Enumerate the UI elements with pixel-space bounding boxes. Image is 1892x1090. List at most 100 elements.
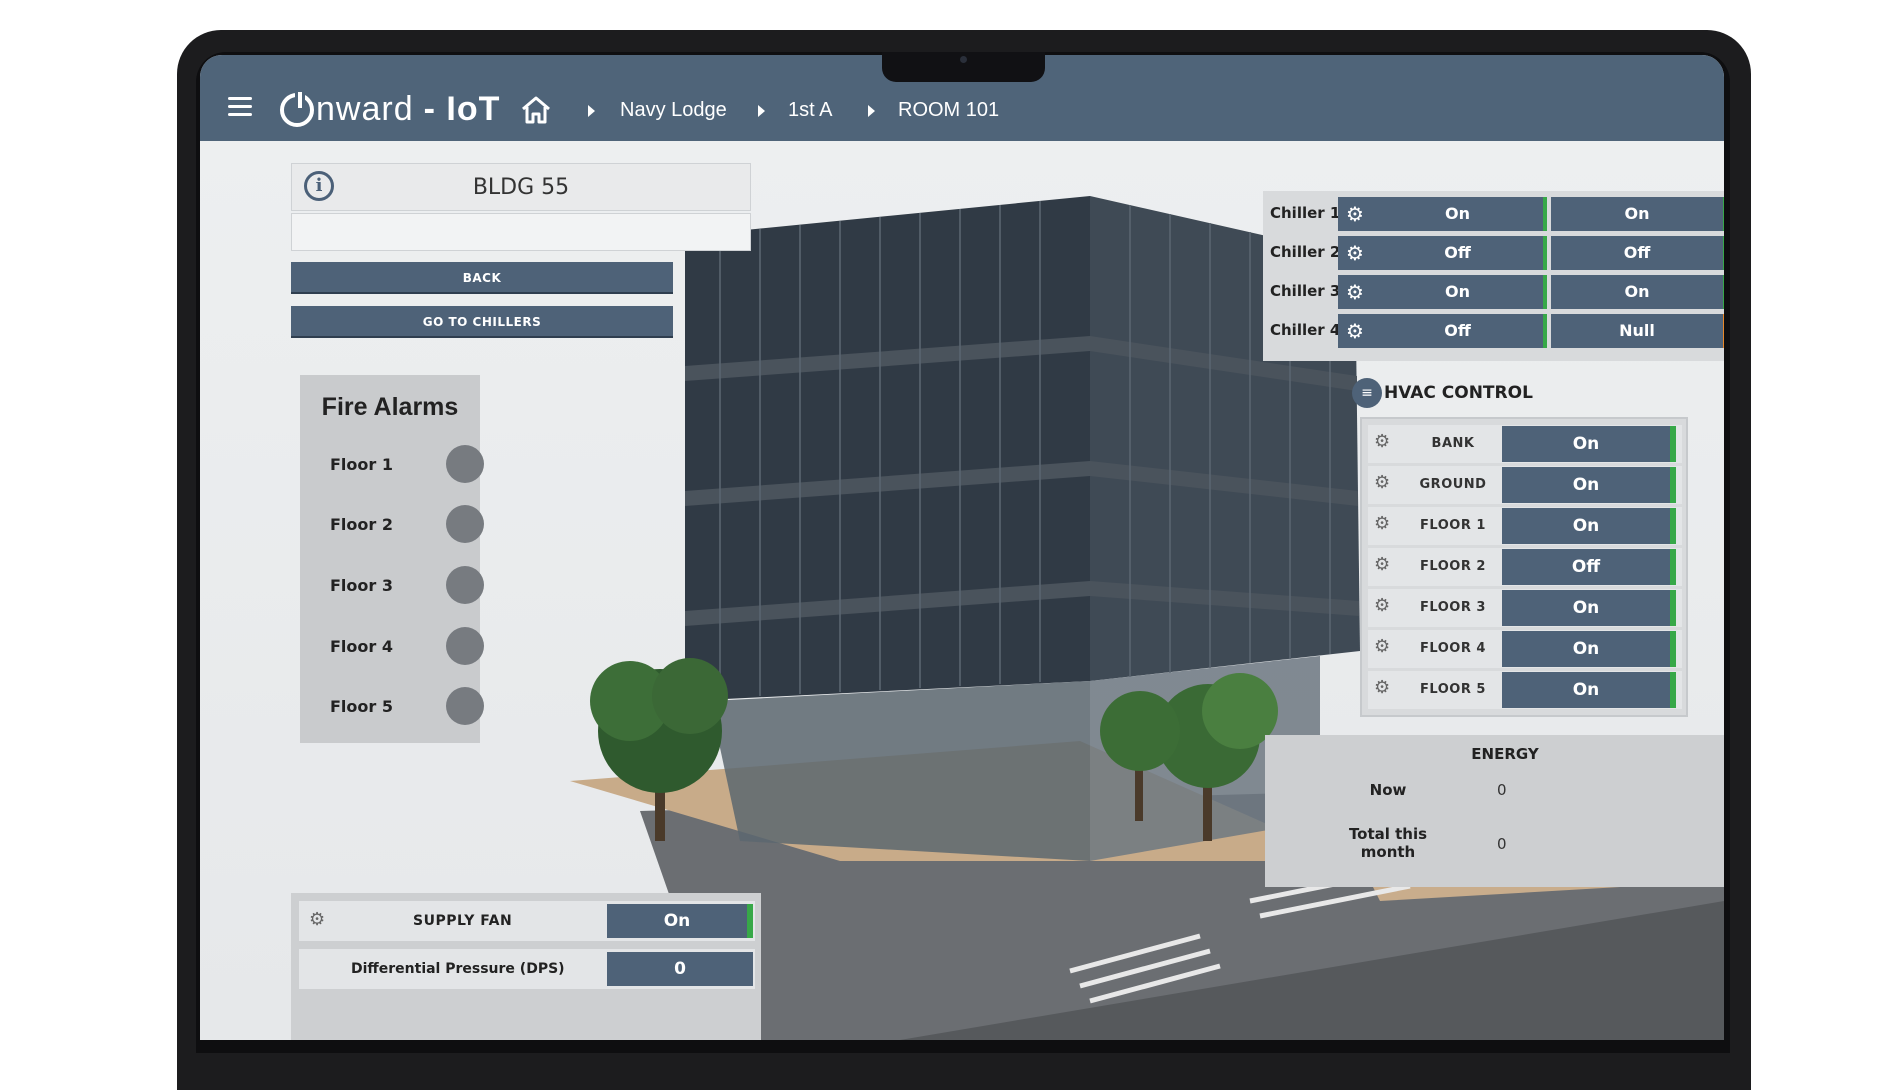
chiller-state-button[interactable]: On: [1551, 197, 1724, 231]
gear-icon[interactable]: ⚙: [1374, 595, 1390, 616]
fire-alarm-row: Floor 4: [330, 625, 484, 665]
gear-icon[interactable]: ⚙: [1374, 513, 1390, 534]
hvac-control-panel: ⚙ BANK On ⚙ GROUND On ⚙ FLOOR 1 On ⚙ FLO…: [1360, 417, 1688, 717]
hvac-row: ⚙ FLOOR 2 Off: [1368, 548, 1682, 586]
fire-alarm-row: Floor 2: [330, 503, 484, 543]
dps-row: Differential Pressure (DPS) 0: [299, 949, 755, 989]
hvac-row: ⚙ FLOOR 3 On: [1368, 589, 1682, 627]
hvac-zone-label: BANK: [1431, 436, 1475, 451]
chiller-row: Chiller 2 ⚙ Off Off: [1263, 235, 1724, 271]
energy-title: ENERGY: [1471, 745, 1539, 763]
home-icon[interactable]: [520, 95, 552, 125]
hvac-toggle-button[interactable]: On: [1502, 426, 1676, 462]
hvac-zone-label: FLOOR 2: [1420, 559, 1486, 574]
fire-alarm-row: Floor 5: [330, 685, 484, 725]
chiller-label: Chiller 2: [1270, 243, 1341, 261]
energy-now-value: 0: [1497, 781, 1507, 799]
building-subtitle-box: [291, 213, 751, 251]
info-icon[interactable]: i: [304, 171, 334, 201]
hvac-row: ⚙ FLOOR 5 On: [1368, 671, 1682, 709]
gear-icon[interactable]: ⚙: [1338, 314, 1372, 348]
supply-fan-panel: ⚙ SUPPLY FAN On Differential Pressure (D…: [291, 893, 761, 1040]
gear-icon[interactable]: ⚙: [1374, 636, 1390, 657]
chillers-panel: Chiller 1 ⚙ On On Chiller 2 ⚙ Off Off Ch…: [1263, 191, 1724, 361]
logo-text-bold: - IoT: [423, 90, 501, 128]
breadcrumb-caret-icon: [758, 105, 765, 117]
hamburger-menu-icon[interactable]: [228, 97, 252, 117]
gear-icon[interactable]: ⚙: [1374, 677, 1390, 698]
hvac-toggle-button[interactable]: Off: [1502, 549, 1676, 585]
hvac-toggle-button[interactable]: On: [1502, 508, 1676, 544]
supply-fan-row: ⚙ SUPPLY FAN On: [299, 901, 755, 941]
breadcrumb-room-101[interactable]: ROOM 101: [898, 99, 999, 122]
hvac-toggle-button[interactable]: On: [1502, 672, 1676, 708]
gear-icon[interactable]: ⚙: [1374, 431, 1390, 452]
dps-label: Differential Pressure (DPS): [351, 961, 565, 977]
fire-alarm-floor-label: Floor 3: [330, 576, 393, 595]
building-title: BLDG 55: [291, 163, 751, 211]
chiller-state-button[interactable]: Off: [1551, 236, 1724, 270]
chiller-state-button[interactable]: Null: [1551, 314, 1724, 348]
supply-fan-toggle-button[interactable]: On: [607, 904, 753, 938]
chiller-row: Chiller 3 ⚙ On On: [1263, 274, 1724, 310]
go-to-chillers-button[interactable]: GO TO CHILLERS: [291, 306, 673, 338]
chiller-status-button[interactable]: On: [1372, 275, 1547, 309]
chiller-label: Chiller 1: [1270, 204, 1341, 222]
breadcrumb-1st-a[interactable]: 1st A: [788, 99, 832, 122]
hvac-toggle-button[interactable]: On: [1502, 631, 1676, 667]
app-screen: nward - IoT Navy Lodge 1st A ROOM 101 BL…: [200, 55, 1724, 1040]
hvac-zone-label: FLOOR 1: [1420, 518, 1486, 533]
gear-icon[interactable]: ⚙: [1338, 236, 1372, 270]
fire-alarm-floor-label: Floor 1: [330, 455, 393, 474]
hvac-row: ⚙ GROUND On: [1368, 466, 1682, 504]
fire-alarm-floor-label: Floor 4: [330, 637, 393, 656]
chiller-state-button[interactable]: On: [1551, 275, 1724, 309]
alarm-indicator-icon[interactable]: [446, 445, 484, 483]
gear-icon[interactable]: ⚙: [309, 909, 325, 930]
gear-icon[interactable]: ⚙: [1374, 554, 1390, 575]
hvac-toggle-button[interactable]: On: [1502, 467, 1676, 503]
chiller-row: Chiller 1 ⚙ On On: [1263, 196, 1724, 232]
onward-iot-logo[interactable]: nward - IoT: [280, 88, 501, 129]
breadcrumb-caret-icon: [868, 105, 875, 117]
supply-fan-label: SUPPLY FAN: [413, 913, 513, 929]
dps-value: 0: [607, 952, 753, 986]
hvac-icon: ≡: [1352, 378, 1382, 408]
fire-alarm-row: Floor 3: [330, 564, 484, 604]
gear-icon[interactable]: ⚙: [1374, 472, 1390, 493]
alarm-indicator-icon[interactable]: [446, 566, 484, 604]
gear-icon[interactable]: ⚙: [1338, 275, 1372, 309]
fire-alarm-row: Floor 1: [330, 443, 484, 483]
hvac-row: ⚙ FLOOR 4 On: [1368, 630, 1682, 668]
energy-month-label: Total this month: [1348, 825, 1428, 861]
energy-month-value: 0: [1497, 835, 1507, 853]
chiller-status-button[interactable]: Off: [1372, 236, 1547, 270]
chiller-status-button[interactable]: Off: [1372, 314, 1547, 348]
chiller-status-button[interactable]: On: [1372, 197, 1547, 231]
hvac-zone-label: FLOOR 4: [1420, 641, 1486, 656]
chiller-label: Chiller 4: [1270, 321, 1341, 339]
gear-icon[interactable]: ⚙: [1338, 197, 1372, 231]
energy-now-label: Now: [1369, 781, 1407, 799]
hvac-row: ⚙ BANK On: [1368, 425, 1682, 463]
chiller-row: Chiller 4 ⚙ Off Null: [1263, 313, 1724, 349]
breadcrumb-caret-icon: [588, 105, 595, 117]
hvac-row: ⚙ FLOOR 1 On: [1368, 507, 1682, 545]
energy-panel: ENERGY Now 0 Total this month 0: [1265, 735, 1724, 887]
hvac-zone-label: FLOOR 3: [1420, 600, 1486, 615]
fire-alarms-title: Fire Alarms: [321, 393, 459, 421]
fire-alarms-panel: Fire Alarms Floor 1 Floor 2 Floor 3 Floo…: [300, 375, 484, 743]
hvac-toggle-button[interactable]: On: [1502, 590, 1676, 626]
breadcrumb-navy-lodge[interactable]: Navy Lodge: [620, 99, 727, 122]
alarm-indicator-icon[interactable]: [446, 627, 484, 665]
alarm-indicator-icon[interactable]: [446, 687, 484, 725]
hvac-zone-label: GROUND: [1419, 477, 1487, 492]
back-button[interactable]: BACK: [291, 262, 673, 294]
chiller-label: Chiller 3: [1270, 282, 1341, 300]
power-icon: [280, 88, 314, 127]
camera-icon: [960, 56, 967, 63]
logo-text: nward: [316, 90, 414, 128]
hvac-control-title: HVAC CONTROL: [1384, 383, 1533, 403]
fire-alarm-floor-label: Floor 5: [330, 697, 393, 716]
alarm-indicator-icon[interactable]: [446, 505, 484, 543]
